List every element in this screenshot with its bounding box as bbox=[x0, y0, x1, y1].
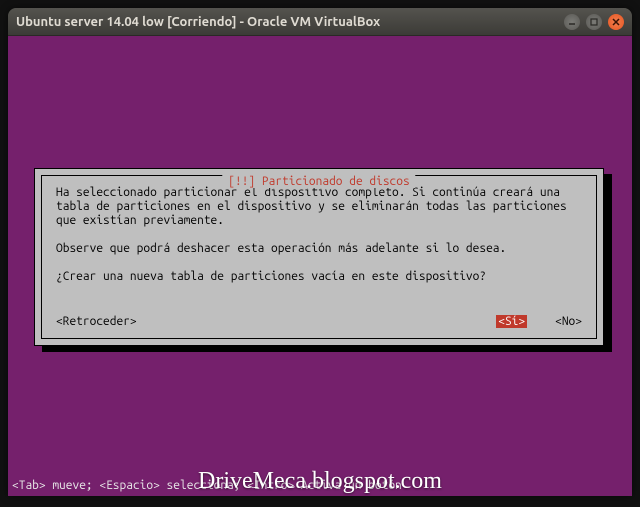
partition-dialog: [!!] Particionado de discos Ha seleccion… bbox=[34, 168, 604, 346]
dialog-question: ¿Crear una nueva tabla de particiones va… bbox=[56, 270, 582, 284]
back-button[interactable]: <Retroceder> bbox=[56, 315, 137, 328]
dialog-buttons: <Retroceder> <Sí> <No> bbox=[56, 315, 582, 328]
yes-button[interactable]: <Sí> bbox=[496, 315, 527, 328]
window-buttons bbox=[564, 14, 624, 30]
close-icon[interactable] bbox=[608, 14, 624, 30]
no-button[interactable]: <No> bbox=[555, 315, 582, 328]
dialog-paragraph: Ha seleccionado particionar el dispositi… bbox=[56, 186, 582, 228]
minimize-icon[interactable] bbox=[564, 14, 580, 30]
dialog-title: [!!] Particionado de discos bbox=[222, 175, 415, 188]
titlebar: Ubuntu server 14.04 low [Corriendo] - Or… bbox=[8, 8, 632, 36]
nav-hint: <Tab> mueve; <Espacio> selecciona; <Intr… bbox=[12, 479, 402, 492]
dialog-paragraph: Observe que podrá deshacer esta operació… bbox=[56, 242, 582, 256]
dialog-body: Ha seleccionado particionar el dispositi… bbox=[56, 186, 582, 284]
maximize-icon[interactable] bbox=[586, 14, 602, 30]
window-title: Ubuntu server 14.04 low [Corriendo] - Or… bbox=[16, 15, 564, 29]
vm-console: [!!] Particionado de discos Ha seleccion… bbox=[8, 36, 632, 496]
virtualbox-window: Ubuntu server 14.04 low [Corriendo] - Or… bbox=[8, 8, 632, 496]
dialog-frame: [!!] Particionado de discos Ha seleccion… bbox=[41, 175, 597, 339]
